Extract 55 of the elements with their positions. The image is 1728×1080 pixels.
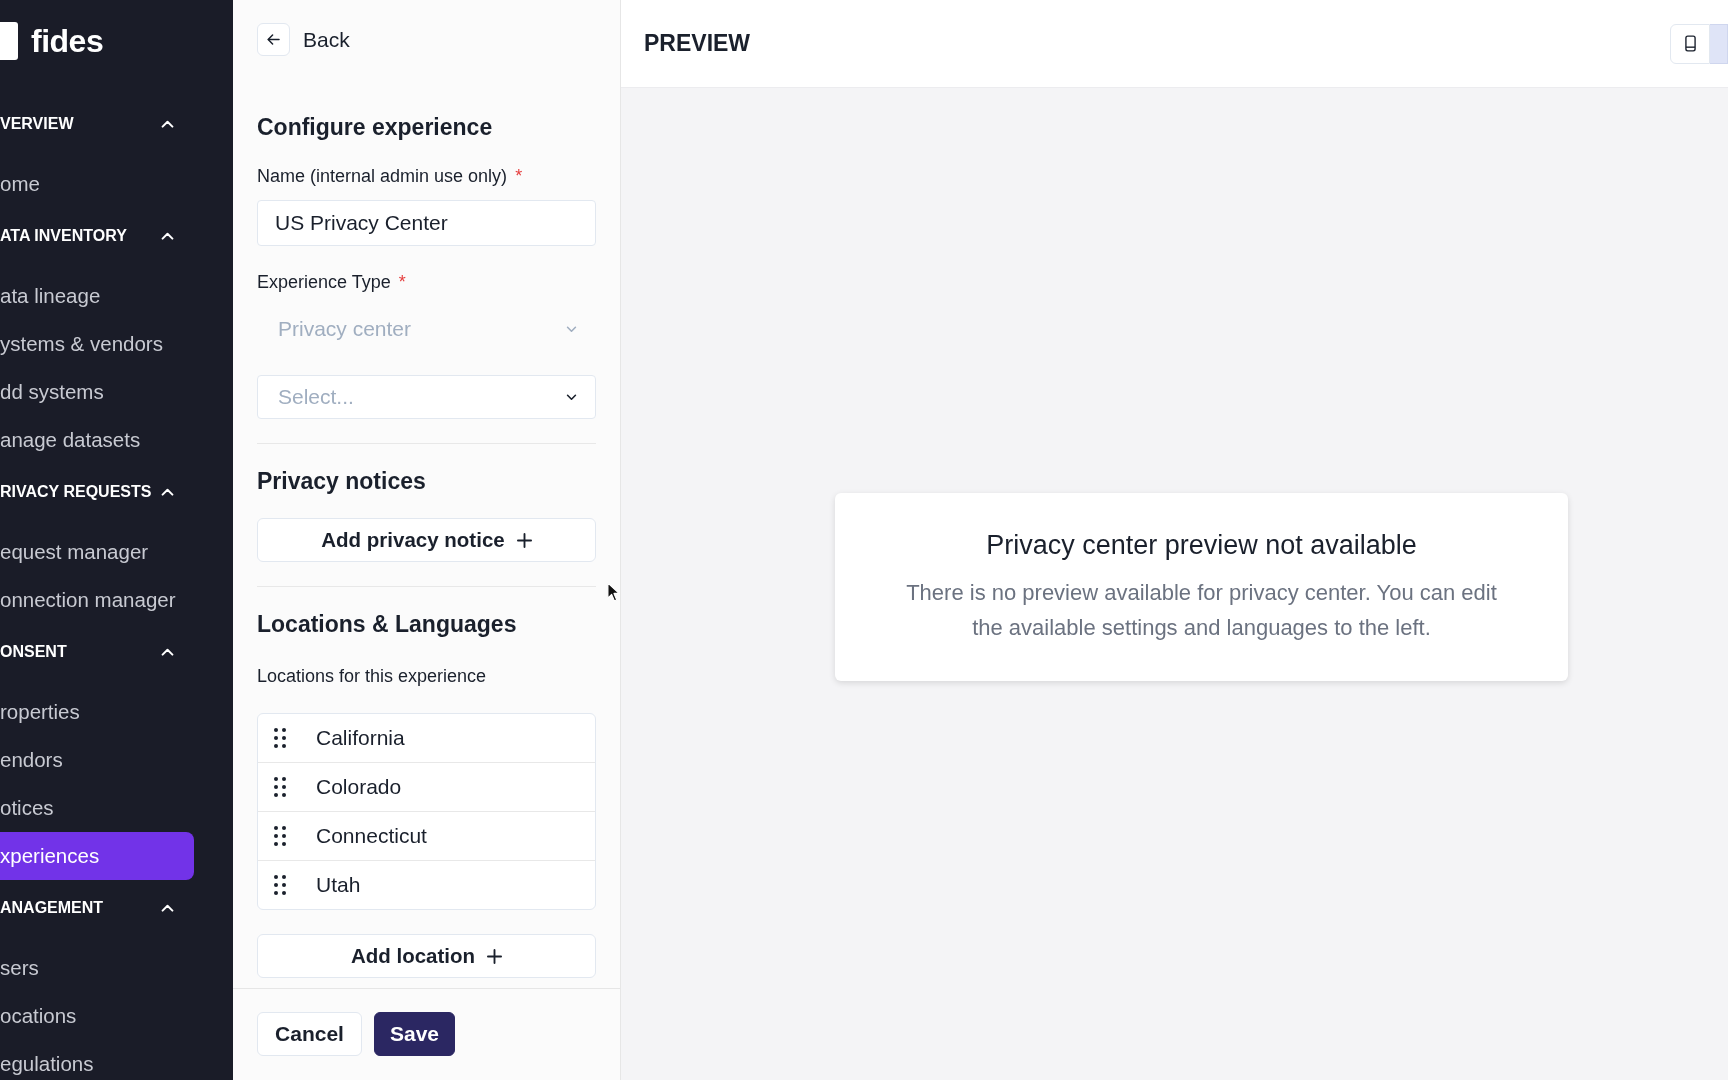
chevron-down-icon — [566, 325, 577, 333]
location-name: California — [316, 726, 405, 750]
phone-icon — [1684, 35, 1696, 52]
drag-handle-icon[interactable] — [274, 875, 286, 895]
view-toggle-button[interactable] — [1710, 23, 1728, 64]
nav-item[interactable]: ome — [0, 169, 194, 199]
nav-item[interactable]: roperties — [0, 697, 194, 727]
location-name: Colorado — [316, 775, 402, 799]
field-label: Experience Type — [257, 271, 391, 293]
nav-item[interactable]: equest manager — [0, 537, 194, 567]
plus-icon — [487, 948, 503, 964]
nav-item[interactable]: xperiences — [0, 832, 194, 880]
drag-handle-icon[interactable] — [274, 728, 286, 748]
form-title: Configure experience — [257, 114, 494, 140]
cancel-button[interactable]: Cancel — [257, 1012, 362, 1056]
add-button[interactable]: Add privacy notice — [257, 518, 596, 562]
text-input[interactable]: US Privacy Center — [257, 200, 596, 246]
back-button[interactable] — [257, 23, 290, 56]
nav-item[interactable]: onnection manager — [0, 585, 194, 615]
nav-item[interactable]: ata lineage — [0, 281, 194, 311]
nav-item[interactable]: otices — [0, 793, 194, 823]
nav-item[interactable]: sers — [0, 953, 194, 983]
plus-icon — [516, 532, 532, 548]
section-header[interactable]: ONSENT — [0, 624, 180, 680]
section-header[interactable]: VERVIEW — [0, 96, 180, 152]
nav-item[interactable]: anage datasets — [0, 425, 194, 455]
nav-item[interactable]: ocations — [0, 1001, 194, 1031]
arrow-left-icon — [267, 34, 280, 45]
field-label: Name (internal admin use only) — [257, 165, 508, 187]
section-header[interactable]: ATA INVENTORY — [0, 208, 180, 264]
chevron-down-icon — [566, 393, 577, 401]
location-name: Connecticut — [316, 824, 427, 848]
section-header[interactable]: RIVACY REQUESTS — [0, 464, 180, 520]
save-button[interactable]: Save — [374, 1012, 455, 1056]
section-header[interactable]: ANAGEMENT — [0, 880, 180, 936]
field-label: Locations for this experience — [257, 665, 488, 687]
logo-text: fides — [31, 22, 104, 60]
nav-item[interactable]: ystems & vendors — [0, 329, 194, 359]
nav-item[interactable]: dd systems — [0, 377, 194, 407]
preview-title: PREVIEW — [644, 30, 751, 57]
nav-item[interactable]: egulations — [0, 1049, 194, 1079]
notice-title: Privacy center preview not available — [985, 529, 1418, 561]
notice-message: There is no preview available for privacy center. You can edit the available settings and languages to the left. — [905, 579, 1498, 642]
required-asterisk: * — [398, 271, 406, 293]
back-link[interactable]: Back — [303, 27, 350, 52]
logo-mark-icon — [0, 22, 18, 60]
nav-item[interactable]: endors — [0, 745, 194, 775]
view-toggle-button[interactable] — [1670, 23, 1710, 64]
section-title: Privacy notices — [257, 468, 427, 494]
location-name: Utah — [316, 873, 361, 897]
required-asterisk: * — [515, 165, 523, 187]
drag-handle-icon[interactable] — [274, 777, 286, 797]
drag-handle-icon[interactable] — [274, 826, 286, 846]
add-button[interactable]: Add location — [257, 934, 596, 978]
section-title: Locations & Languages — [257, 611, 518, 637]
